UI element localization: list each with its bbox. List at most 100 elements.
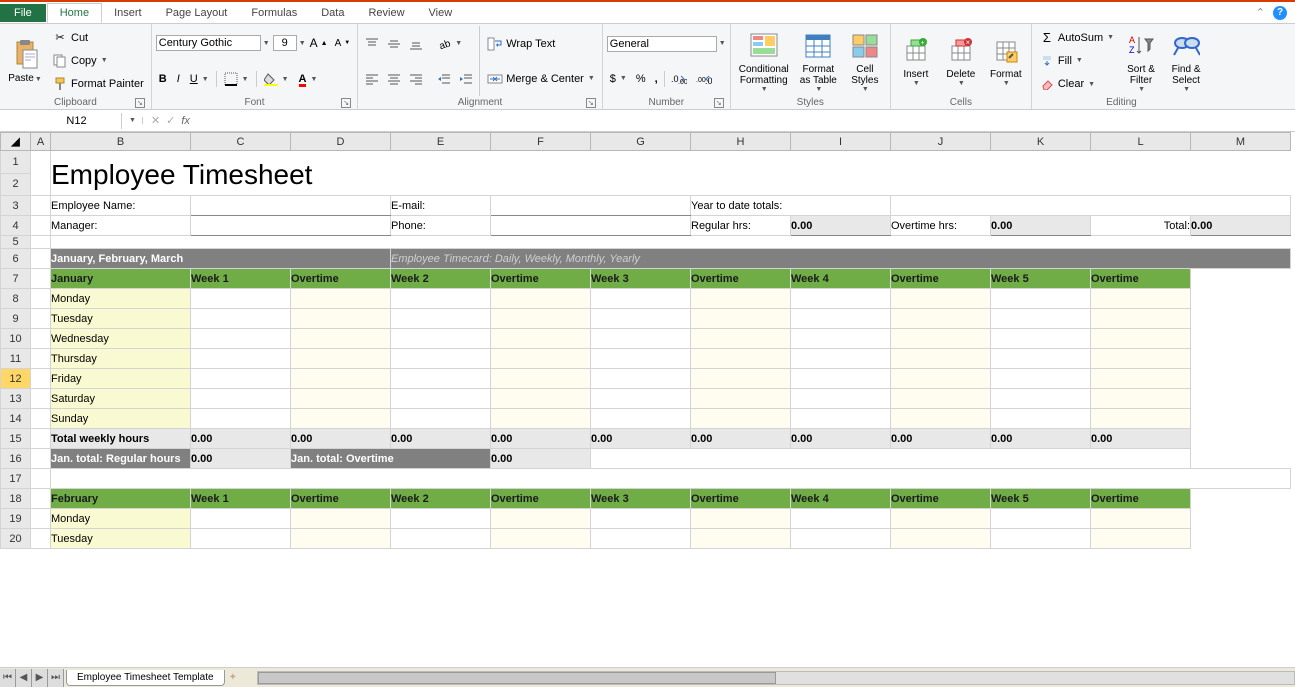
row-header[interactable]: 1 [1,151,31,174]
row-header[interactable]: 11 [1,349,31,369]
cell[interactable] [991,309,1091,329]
fx-icon[interactable]: fx [181,115,190,127]
horizontal-scrollbar[interactable] [257,671,1295,685]
cell[interactable] [791,529,891,549]
formula-input[interactable] [196,113,1295,128]
row-header[interactable]: 3 [1,196,31,216]
increase-font-button[interactable]: A▲ [307,35,331,51]
font-color-button[interactable]: A▼ [296,72,321,86]
cell[interactable] [291,389,391,409]
cell[interactable] [991,329,1091,349]
cell[interactable] [491,349,591,369]
cancel-formula-icon[interactable]: ✕ [151,114,160,127]
row-header[interactable]: 16 [1,449,31,469]
cell[interactable] [491,289,591,309]
align-right-button[interactable] [406,71,426,87]
row-header[interactable]: 7 [1,269,31,289]
cell[interactable] [291,349,391,369]
row-header[interactable]: 14 [1,409,31,429]
tab-home[interactable]: Home [47,3,102,23]
cell[interactable] [891,289,991,309]
cell[interactable] [591,309,691,329]
conditional-formatting-button[interactable]: Conditional Formatting▼ [735,26,793,96]
cell[interactable] [791,349,891,369]
cell[interactable] [891,409,991,429]
col-header[interactable]: K [991,133,1091,151]
cell[interactable] [1091,509,1191,529]
font-size-dropdown[interactable]: ▼ [299,40,306,47]
cell[interactable] [691,289,791,309]
col-header[interactable]: I [791,133,891,151]
font-name-input[interactable] [156,35,261,51]
row-header[interactable]: 18 [1,489,31,509]
total-weekly-value[interactable]: 0.00 [291,429,391,449]
insert-cells-button[interactable]: + Insert▼ [895,26,937,96]
cell[interactable] [691,349,791,369]
cell[interactable] [391,509,491,529]
cell[interactable] [591,349,691,369]
cell[interactable] [991,289,1091,309]
cell[interactable] [291,289,391,309]
cell[interactable] [591,509,691,529]
ot-hrs-value[interactable]: 0.00 [991,216,1091,236]
cell[interactable] [491,529,591,549]
cut-button[interactable]: ✂Cut [49,29,147,47]
row-header[interactable]: 20 [1,529,31,549]
sort-filter-button[interactable]: AZ Sort & Filter▼ [1120,26,1162,96]
font-name-dropdown[interactable]: ▼ [263,40,270,47]
help-icon[interactable]: ? [1273,6,1287,20]
format-painter-button[interactable]: Format Painter [49,75,147,93]
cell[interactable] [691,529,791,549]
increase-indent-button[interactable] [456,71,476,87]
cell[interactable] [291,369,391,389]
cell[interactable] [491,309,591,329]
cell[interactable] [491,369,591,389]
align-middle-button[interactable] [384,36,404,52]
col-header[interactable]: C [191,133,291,151]
clear-button[interactable]: Clear▼ [1036,75,1117,93]
tab-page-layout[interactable]: Page Layout [154,4,240,22]
total-weekly-value[interactable]: 0.00 [1091,429,1191,449]
cell[interactable] [491,329,591,349]
name-box[interactable]: N12 [32,113,122,129]
cell[interactable] [591,409,691,429]
find-select-button[interactable]: Find & Select▼ [1165,26,1207,96]
cell[interactable] [691,409,791,429]
cell[interactable] [591,369,691,389]
minimize-ribbon-icon[interactable]: ⌃ [1256,6,1265,19]
cell[interactable] [991,509,1091,529]
row-header[interactable]: 12 [1,369,31,389]
phone-field[interactable] [491,216,691,236]
cell[interactable] [691,329,791,349]
cell[interactable] [991,389,1091,409]
last-sheet-button[interactable]: ⏭ [48,669,64,687]
tab-data[interactable]: Data [309,4,356,22]
clipboard-launcher[interactable]: ↘ [135,98,145,108]
row-header[interactable]: 17 [1,469,31,489]
decrease-decimal-button[interactable]: .00.0 [693,72,715,86]
col-header[interactable]: G [591,133,691,151]
number-format-dropdown[interactable]: ▼ [719,40,726,47]
row-header[interactable]: 10 [1,329,31,349]
cell[interactable] [991,349,1091,369]
total-weekly-value[interactable]: 0.00 [591,429,691,449]
align-center-button[interactable] [384,71,404,87]
cell[interactable] [891,529,991,549]
enter-formula-icon[interactable]: ✓ [166,114,175,127]
cell[interactable] [991,409,1091,429]
cell[interactable] [291,409,391,429]
cell[interactable] [591,329,691,349]
tab-review[interactable]: Review [356,4,416,22]
row-header[interactable]: 2 [1,173,31,196]
cell[interactable] [891,389,991,409]
paste-button[interactable]: Paste▼ [4,26,46,96]
font-launcher[interactable]: ↘ [341,98,351,108]
format-as-table-button[interactable]: Format as Table▼ [796,26,841,96]
cell[interactable] [391,329,491,349]
cell[interactable] [1091,349,1191,369]
col-header[interactable]: L [1091,133,1191,151]
cell[interactable] [691,309,791,329]
cell[interactable] [791,389,891,409]
cell[interactable] [1091,329,1191,349]
cell[interactable] [491,409,591,429]
